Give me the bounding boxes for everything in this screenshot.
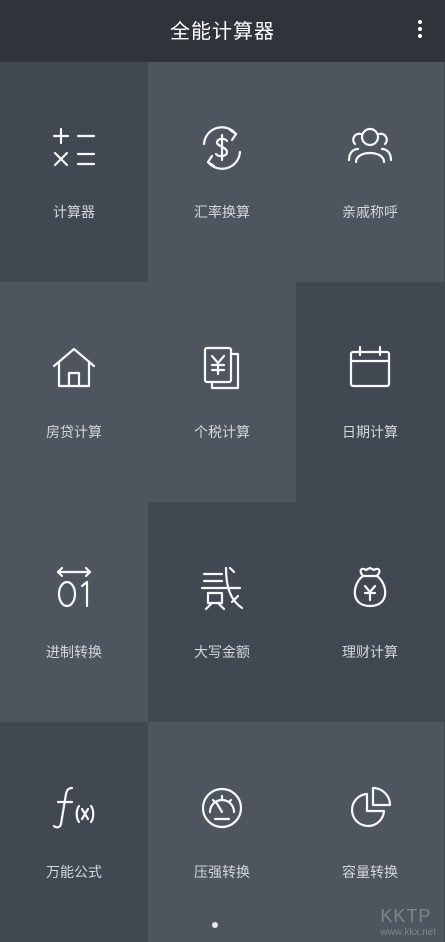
tile-capacity[interactable]: 容量转换 KKTP www.kkx.net <box>296 722 444 942</box>
tile-finance[interactable]: 理财计算 <box>296 502 444 722</box>
app-header: 全能计算器 <box>0 0 445 62</box>
tile-label: 计算器 <box>53 205 95 221</box>
people-icon <box>344 122 396 174</box>
binary-icon <box>48 562 100 614</box>
page-indicator <box>212 922 218 928</box>
house-icon <box>48 342 100 394</box>
gauge-icon <box>196 782 248 834</box>
kebab-dot-icon <box>418 27 422 31</box>
calculator-icon <box>48 122 100 174</box>
tile-mortgage[interactable]: 房贷计算 <box>0 282 148 502</box>
watermark-sub: www.kkx.net <box>380 927 436 938</box>
kebab-dot-icon <box>418 20 422 24</box>
more-options-button[interactable] <box>415 20 425 44</box>
currency-exchange-icon <box>196 122 248 174</box>
chinese-numeral-icon <box>196 562 248 614</box>
tile-label: 亲戚称呼 <box>342 205 398 221</box>
tile-capital-amount[interactable]: 大写金额 <box>148 502 296 722</box>
tile-relatives[interactable]: 亲戚称呼 <box>296 62 444 282</box>
app-title: 全能计算器 <box>170 19 275 43</box>
tile-formula[interactable]: 万能公式 <box>0 722 148 942</box>
tile-label: 进制转换 <box>46 645 102 661</box>
tile-label: 房贷计算 <box>46 425 102 441</box>
tile-calculator[interactable]: 计算器 <box>0 62 148 282</box>
tile-label: 大写金额 <box>194 645 250 661</box>
tile-label: 万能公式 <box>46 865 102 881</box>
tile-label: 日期计算 <box>342 425 398 441</box>
tile-label: 理财计算 <box>342 645 398 661</box>
tile-label: 汇率换算 <box>194 205 250 221</box>
money-bag-icon <box>344 562 396 614</box>
tile-label: 压强转换 <box>194 865 250 881</box>
tile-income-tax[interactable]: 个税计算 <box>148 282 296 502</box>
watermark-text: KKTP <box>380 906 432 926</box>
tile-pressure[interactable]: 压强转换 <box>148 722 296 942</box>
tile-label: 容量转换 <box>342 865 398 881</box>
tile-label: 个税计算 <box>194 425 250 441</box>
kebab-dot-icon <box>418 34 422 38</box>
function-icon <box>48 782 100 834</box>
tile-date[interactable]: 日期计算 <box>296 282 444 502</box>
watermark: KKTP www.kkx.net <box>380 906 436 938</box>
calendar-icon <box>344 342 396 394</box>
tile-currency-exchange[interactable]: 汇率换算 <box>148 62 296 282</box>
tax-document-icon <box>196 342 248 394</box>
tile-base-conversion[interactable]: 进制转换 <box>0 502 148 722</box>
tool-grid: 计算器 汇率换算 亲戚称呼 房贷计算 个税计算 日期计算 进制转换 大写金额 理… <box>0 62 445 942</box>
pie-chart-icon <box>344 782 396 834</box>
